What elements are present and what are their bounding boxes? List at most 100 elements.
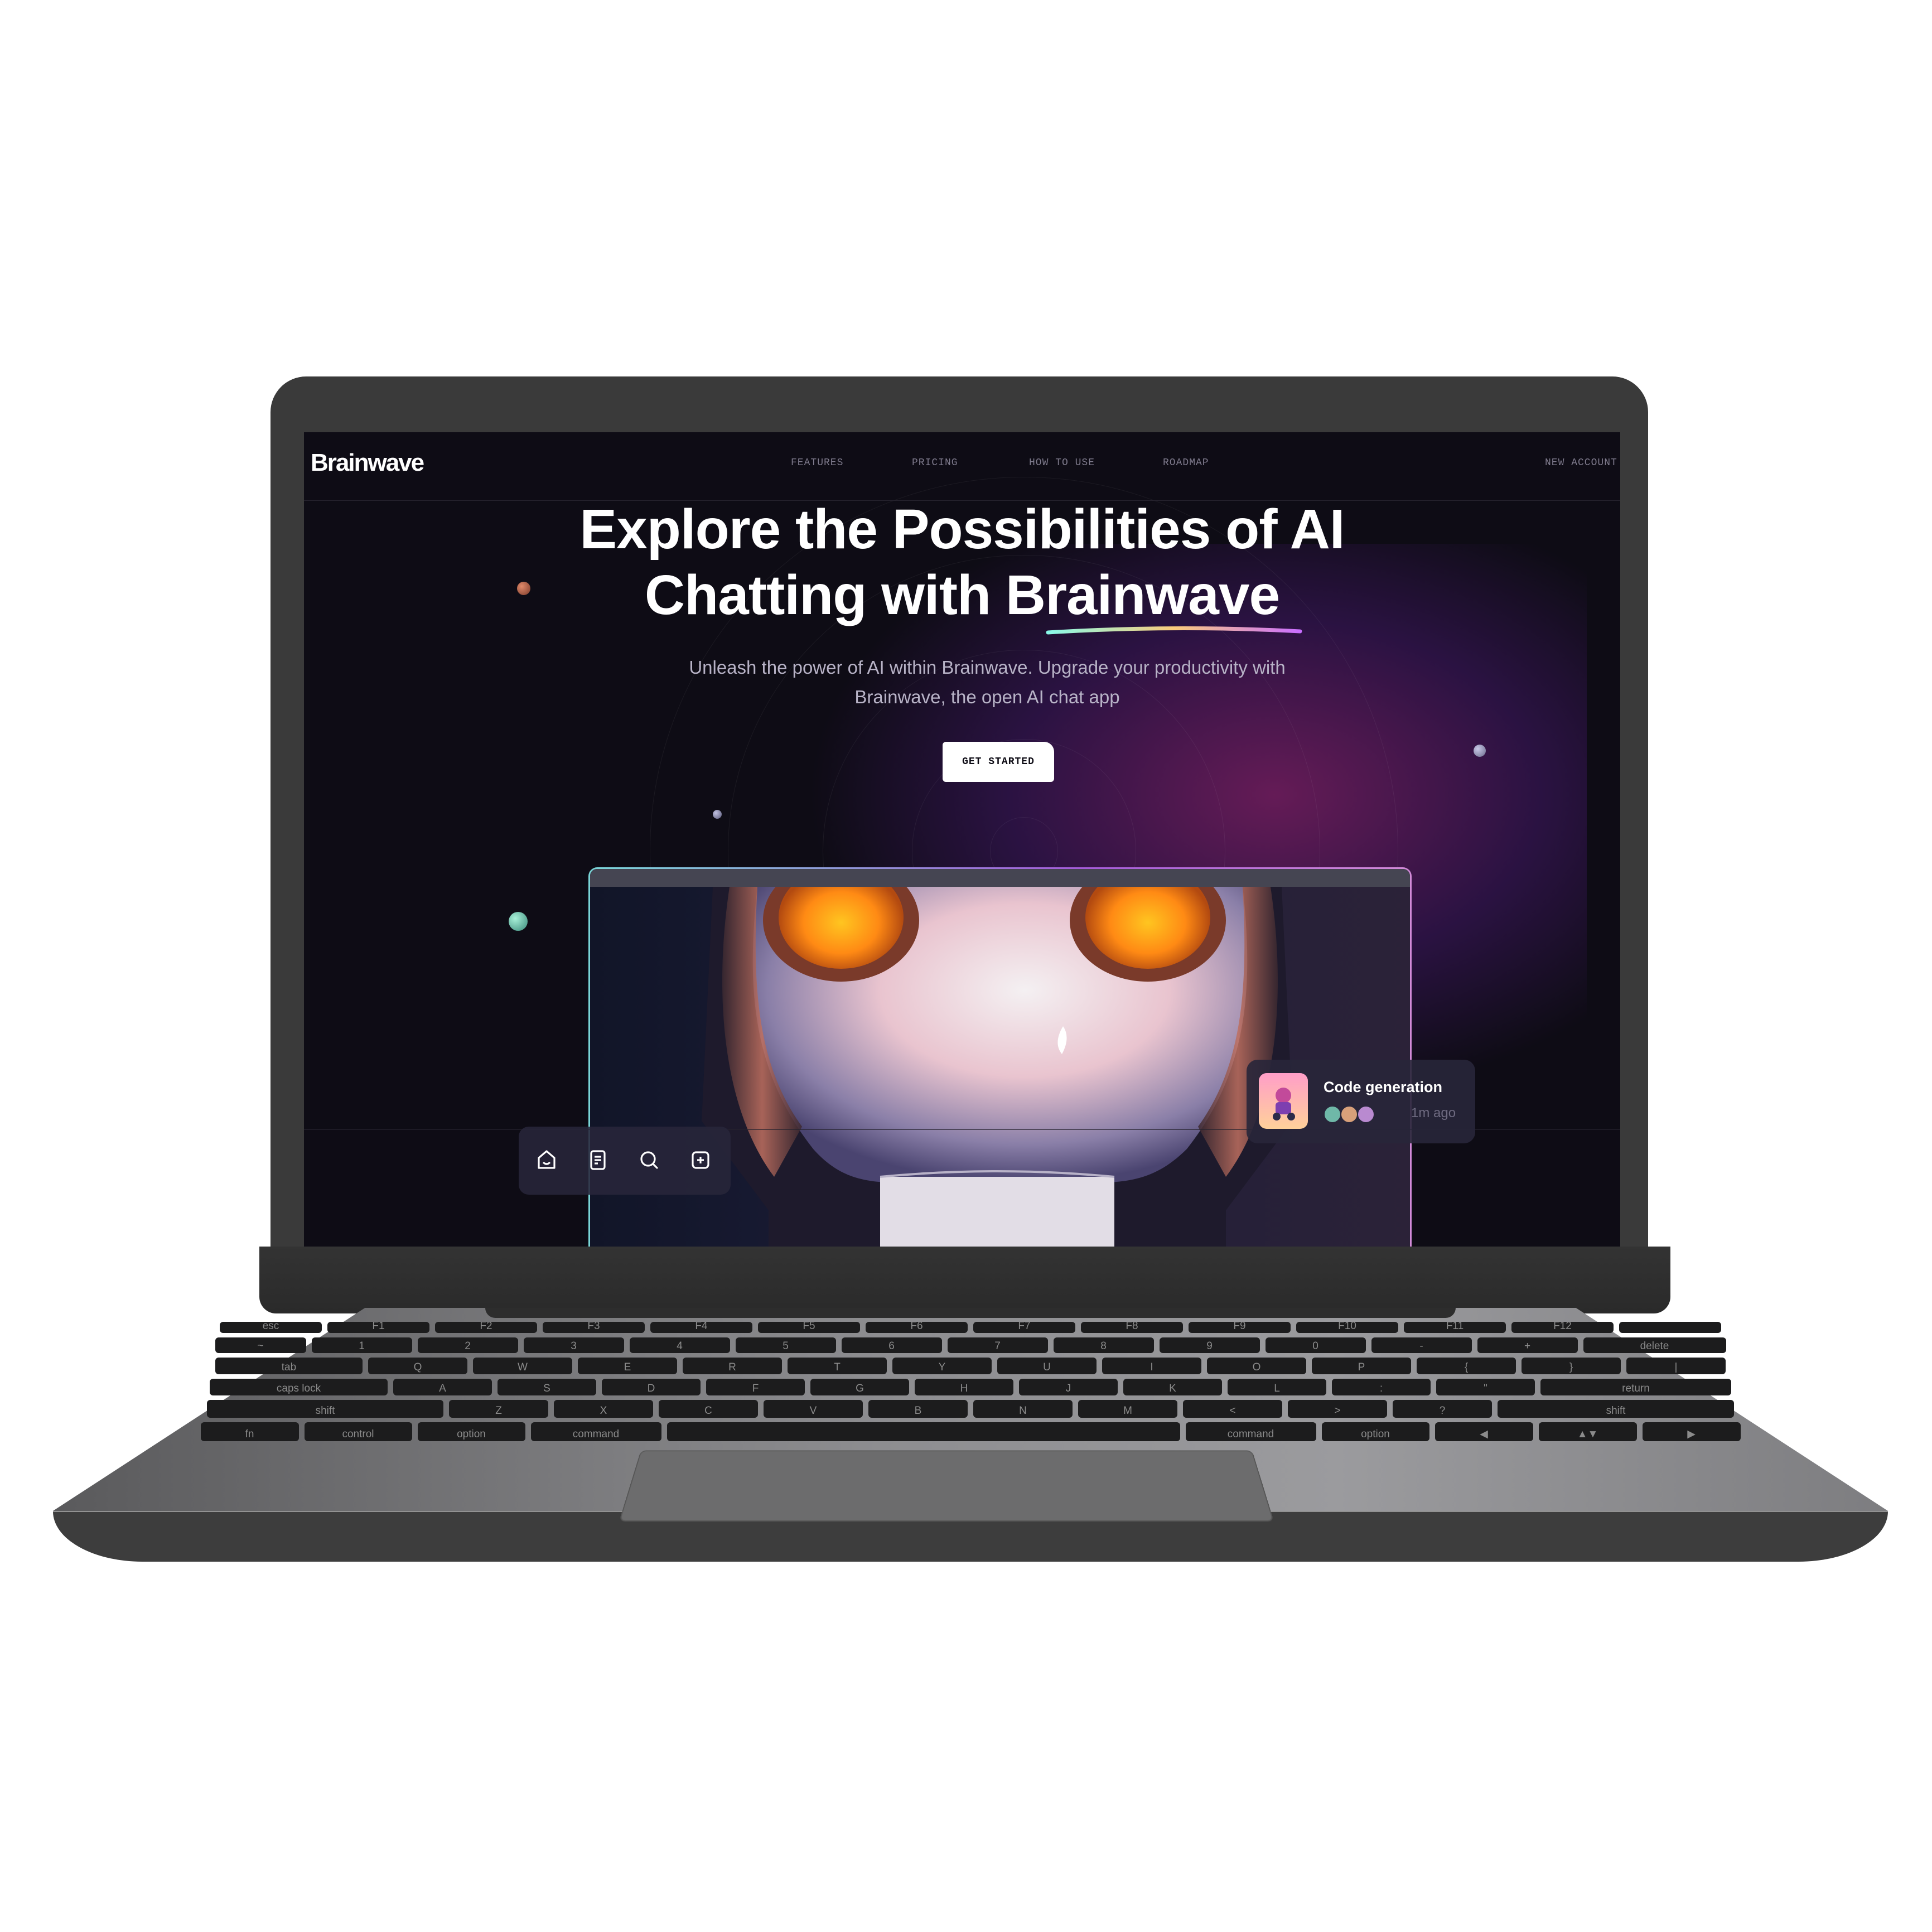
keyboard-key[interactable]: < [1183, 1400, 1282, 1418]
keyboard-a-row: caps lock A S D F G H J K L: " return [167, 1379, 1774, 1395]
keyboard-key[interactable]: 4 [629, 1337, 730, 1353]
keyboard-q-row: tab Q W E R T Y U I O P {} | [167, 1358, 1774, 1374]
new-account-link[interactable]: NEW ACCOUNT [1545, 457, 1617, 468]
notification-card[interactable]: Code generation 1m ago [1247, 1060, 1475, 1143]
keyboard-key[interactable]: F12 [1511, 1322, 1614, 1333]
keyboard-key[interactable]: return [1540, 1379, 1731, 1395]
keyboard-key[interactable]: F1 [327, 1322, 429, 1333]
keyboard-key[interactable]: N [973, 1400, 1073, 1418]
keyboard-key[interactable]: H [915, 1379, 1013, 1395]
document-button[interactable] [585, 1147, 611, 1173]
keyboard-key[interactable]: X [554, 1400, 653, 1418]
keyboard-key[interactable]: K [1123, 1379, 1222, 1395]
keyboard-key[interactable]: 1 [311, 1337, 412, 1353]
keyboard-key[interactable]: Z [449, 1400, 548, 1418]
keyboard-key[interactable]: F6 [866, 1322, 968, 1333]
keyboard-key[interactable]: ◀ [1434, 1422, 1533, 1441]
keyboard-key[interactable]: { [1417, 1358, 1516, 1374]
avatar [1357, 1105, 1375, 1123]
keyboard-key[interactable]: I [1102, 1358, 1201, 1374]
avatar [1324, 1105, 1341, 1123]
keyboard-key[interactable] [1619, 1322, 1721, 1333]
keyboard-key[interactable]: esc [220, 1322, 322, 1333]
keyboard-key[interactable]: command [530, 1422, 661, 1441]
keyboard-key[interactable]: shift [207, 1400, 443, 1418]
keyboard-key[interactable]: F4 [650, 1322, 752, 1333]
keyboard-key[interactable]: ▶ [1642, 1422, 1741, 1441]
keyboard-key[interactable]: - [1371, 1337, 1472, 1353]
keyboard-key[interactable]: J [1019, 1379, 1118, 1395]
trackpad[interactable] [619, 1450, 1274, 1522]
keyboard-key[interactable]: caps lock [210, 1379, 388, 1395]
nav-link-how-to-use[interactable]: HOW TO USE [1029, 457, 1095, 468]
keyboard-key[interactable]: option [1321, 1422, 1429, 1441]
keyboard-key[interactable]: B [868, 1400, 968, 1418]
card-thumbnail [1259, 1073, 1308, 1129]
keyboard-key[interactable]: R [683, 1358, 782, 1374]
keyboard-key[interactable]: D [602, 1379, 701, 1395]
keyboard-key[interactable]: A [393, 1379, 492, 1395]
keyboard-key[interactable]: 8 [1053, 1337, 1154, 1353]
keyboard-key[interactable]: + [1477, 1337, 1578, 1353]
keyboard-key[interactable]: shift [1498, 1400, 1734, 1418]
nav-link-roadmap[interactable]: ROADMAP [1163, 457, 1209, 468]
keyboard-key[interactable]: 9 [1159, 1337, 1260, 1353]
keyboard-key[interactable]: ? [1393, 1400, 1492, 1418]
keyboard-key[interactable]: F11 [1404, 1322, 1506, 1333]
keyboard-key[interactable]: ~ [215, 1337, 306, 1353]
keyboard-key[interactable]: E [578, 1358, 677, 1374]
get-started-button[interactable]: GET STARTED [943, 742, 1054, 782]
keyboard-key[interactable]: M [1078, 1400, 1177, 1418]
keyboard-key[interactable]: 3 [523, 1337, 624, 1353]
keyboard-key[interactable]: | [1626, 1358, 1726, 1374]
laptop-hinge [259, 1247, 1670, 1313]
headline-highlight: Brainwave [1005, 564, 1280, 626]
keyboard-key[interactable]: F [706, 1379, 805, 1395]
keyboard-key[interactable]: T [788, 1358, 887, 1374]
keyboard-key[interactable]: 7 [947, 1337, 1048, 1353]
nav-link-features[interactable]: FEATURES [791, 457, 843, 468]
keyboard-key[interactable]: C [659, 1400, 758, 1418]
keyboard-key[interactable]: O [1207, 1358, 1306, 1374]
keyboard-key[interactable]: Y [892, 1358, 992, 1374]
keyboard-key[interactable]: " [1436, 1379, 1535, 1395]
keyboard-key[interactable]: L [1228, 1379, 1326, 1395]
keyboard-key[interactable]: fn [200, 1422, 299, 1441]
keyboard-key[interactable]: F5 [758, 1322, 860, 1333]
keyboard-key[interactable]: V [764, 1400, 863, 1418]
keyboard-key[interactable]: delete [1583, 1337, 1726, 1353]
keyboard-key[interactable]: F8 [1081, 1322, 1183, 1333]
brand-logo[interactable]: Brainwave [311, 449, 424, 477]
keyboard-key[interactable]: ▲▼ [1538, 1422, 1637, 1441]
keyboard-key[interactable]: U [997, 1358, 1097, 1374]
keyboard-key[interactable]: 6 [841, 1337, 942, 1353]
subtitle-line-1: Unleash the power of AI within Brainwave… [689, 657, 1286, 678]
search-button[interactable] [636, 1147, 663, 1173]
keyboard-key[interactable]: 2 [417, 1337, 518, 1353]
keyboard-key[interactable]: Q [368, 1358, 467, 1374]
keyboard-key[interactable]: } [1522, 1358, 1621, 1374]
keyboard-key[interactable]: F3 [543, 1322, 645, 1333]
keyboard-key[interactable]: G [810, 1379, 909, 1395]
keyboard-key[interactable]: 5 [735, 1337, 836, 1353]
keyboard-key[interactable]: S [498, 1379, 596, 1395]
keyboard-key[interactable]: option [417, 1422, 525, 1441]
add-button[interactable] [687, 1147, 714, 1173]
keyboard-key[interactable]: > [1288, 1400, 1387, 1418]
top-nav: Brainwave FEATURES PRICING HOW TO USE RO… [304, 432, 1620, 501]
keyboard-number-row: ~1 2 3 4 5 6 7 8 9 0- + delete [167, 1337, 1774, 1353]
nav-link-pricing[interactable]: PRICING [912, 457, 958, 468]
keyboard-key[interactable]: F10 [1296, 1322, 1398, 1333]
keyboard-key[interactable]: P [1312, 1358, 1411, 1374]
keyboard-key[interactable] [666, 1422, 1180, 1441]
keyboard-key[interactable]: tab [215, 1358, 363, 1374]
keyboard-key[interactable]: W [473, 1358, 572, 1374]
keyboard-key[interactable]: 0 [1265, 1337, 1366, 1353]
home-button[interactable] [533, 1147, 560, 1173]
keyboard-key[interactable]: command [1185, 1422, 1316, 1441]
keyboard-key[interactable]: F2 [435, 1322, 537, 1333]
keyboard-key[interactable]: : [1332, 1379, 1431, 1395]
keyboard-key[interactable]: control [304, 1422, 412, 1441]
keyboard-key[interactable]: F9 [1189, 1322, 1291, 1333]
keyboard-key[interactable]: F7 [973, 1322, 1075, 1333]
